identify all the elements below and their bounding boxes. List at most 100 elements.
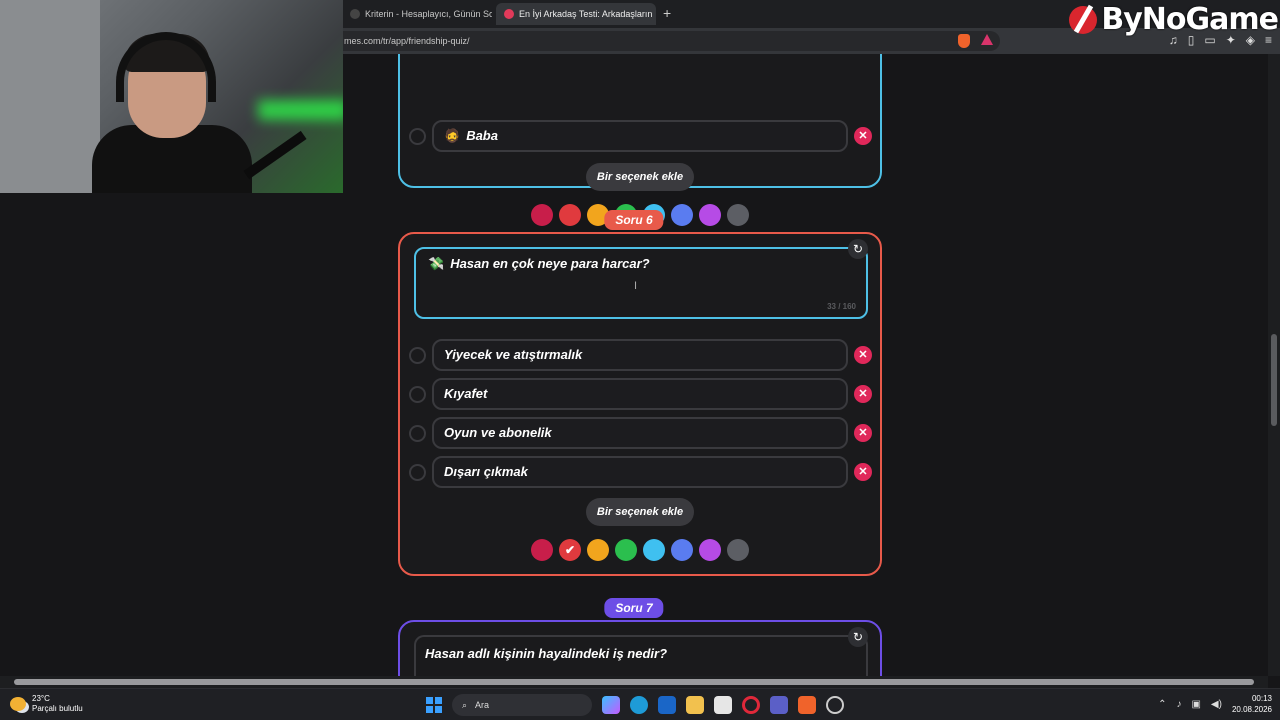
- webcam-light: [258, 100, 343, 120]
- color-picker: ✔: [531, 539, 749, 561]
- microphone-icon[interactable]: ♪: [1176, 699, 1181, 710]
- brave-icon[interactable]: [798, 696, 816, 714]
- question-emoji: 💸: [428, 256, 445, 271]
- question-label-6: Soru 6: [604, 210, 664, 230]
- clock[interactable]: 00:13 20.08.2026: [1232, 693, 1272, 715]
- question-card-5: 🧔Baba ✕ Bir seçenek ekle ✔: [398, 54, 882, 226]
- tab-label: En İyi Arkadaş Testi: Arkadaşların: [519, 9, 653, 19]
- option-radio[interactable]: [409, 464, 426, 481]
- taskbar-apps: ⌕ Ara: [426, 694, 844, 716]
- tab-label: Kriterin - Hesaplayıcı, Günün Sorusu: [365, 9, 492, 19]
- edge-icon[interactable]: [630, 696, 648, 714]
- chevron-up-icon[interactable]: ⌃: [1158, 699, 1166, 710]
- search-icon: ⌕: [462, 700, 468, 710]
- option-label: Baba: [466, 128, 498, 143]
- question-text: Hasan adlı kişinin hayalindeki iş nedir?: [425, 646, 668, 661]
- steam-icon[interactable]: [826, 696, 844, 714]
- new-tab-button[interactable]: +: [663, 5, 671, 21]
- outlook-icon[interactable]: [658, 696, 676, 714]
- option-input[interactable]: Dışarı çıkmak: [432, 456, 848, 488]
- option-input[interactable]: 🧔 Baba: [432, 120, 848, 152]
- delete-option-icon[interactable]: ✕: [854, 385, 872, 403]
- question-card-6: 💸 Hasan en çok neye para harcar? I 33 / 1…: [398, 232, 882, 576]
- option-row: Yiyecek ve atıştırmalık ✕: [408, 339, 876, 371]
- taskbar-search[interactable]: ⌕ Ara: [452, 694, 592, 716]
- question-text: 💸 Hasan en çok neye para harcar?: [428, 256, 650, 272]
- microphone-arm: [243, 130, 307, 180]
- char-counter: 33 / 160: [827, 302, 856, 311]
- color-swatch[interactable]: [671, 204, 693, 226]
- horizontal-scrollbar[interactable]: [0, 676, 1268, 688]
- tab-favicon-icon: [350, 9, 360, 19]
- color-swatch[interactable]: [727, 539, 749, 561]
- delete-option-icon[interactable]: ✕: [854, 127, 872, 145]
- option-input[interactable]: Kıyafet: [432, 378, 848, 410]
- question-text-field[interactable]: 💸 Hasan en çok neye para harcar? I 33 / 1…: [414, 239, 868, 319]
- tab-friendship-quiz[interactable]: En İyi Arkadaş Testi: Arkadaşların✕: [496, 3, 656, 25]
- opera-icon[interactable]: [742, 696, 760, 714]
- webcam-background: [0, 0, 100, 193]
- brave-rewards-icon[interactable]: [981, 34, 993, 45]
- teams-icon[interactable]: [770, 696, 788, 714]
- delete-option-icon[interactable]: ✕: [854, 463, 872, 481]
- system-tray: ⌃ ♪ ▣ ◀) 00:13 20.08.2026: [1158, 693, 1272, 715]
- refresh-icon[interactable]: ↻: [848, 627, 868, 647]
- close-tab-icon[interactable]: ✕: [652, 8, 656, 21]
- logo-mark-icon: [1069, 5, 1098, 34]
- taskbar: 23°C Parçalı bulutlu ⌕ Ara ⌃ ♪ ▣ ◀) 00:13…: [0, 688, 1280, 720]
- scrollbar-thumb[interactable]: [14, 679, 1254, 685]
- option-radio[interactable]: [409, 128, 426, 145]
- color-swatch[interactable]: [699, 204, 721, 226]
- screen: { "browser": { "tabs": [ {"label": "Krit…: [0, 0, 1280, 720]
- option-radio[interactable]: [409, 347, 426, 364]
- store-icon[interactable]: [714, 696, 732, 714]
- logo-text: ByNoGame: [1101, 2, 1279, 37]
- tab-kriterin[interactable]: Kriterin - Hesaplayıcı, Günün Sorusu: [342, 3, 492, 25]
- color-swatch[interactable]: [531, 539, 553, 561]
- color-swatch[interactable]: [559, 204, 581, 226]
- scrollbar-thumb[interactable]: [1271, 334, 1277, 426]
- weather-desc: Parçalı bulutlu: [32, 704, 83, 713]
- add-option-button[interactable]: Bir seçenek ekle: [586, 163, 694, 191]
- webcam-overlay: [0, 0, 343, 193]
- color-swatch[interactable]: [643, 539, 665, 561]
- color-swatch[interactable]: ✔: [559, 539, 581, 561]
- option-emoji: 🧔: [444, 128, 461, 143]
- option-row: Kıyafet ✕: [408, 378, 876, 410]
- delete-option-icon[interactable]: ✕: [854, 424, 872, 442]
- bynogame-logo: ByNoGame: [1069, 2, 1279, 37]
- weather-temp: 23°C: [32, 694, 50, 703]
- question-text-field[interactable]: Hasan adlı kişinin hayalindeki iş nedir?…: [414, 627, 868, 676]
- option-radio[interactable]: [409, 425, 426, 442]
- refresh-icon[interactable]: ↻: [848, 239, 868, 259]
- color-swatch[interactable]: [615, 539, 637, 561]
- option-row: Dışarı çıkmak ✕: [408, 456, 876, 488]
- tab-favicon-icon: [504, 9, 514, 19]
- add-option-button[interactable]: Bir seçenek ekle: [586, 498, 694, 526]
- volume-icon[interactable]: ◀): [1211, 699, 1222, 710]
- text-cursor-icon: I: [634, 280, 638, 292]
- time: 00:13: [1251, 694, 1272, 703]
- option-input[interactable]: Yiyecek ve atıştırmalık: [432, 339, 848, 371]
- color-swatch[interactable]: [671, 539, 693, 561]
- color-swatch[interactable]: [727, 204, 749, 226]
- color-swatch[interactable]: [587, 539, 609, 561]
- network-icon[interactable]: ▣: [1191, 699, 1200, 710]
- url-field[interactable]: mes.com/tr/app/friendship-quiz/: [330, 31, 1000, 51]
- option-radio[interactable]: [409, 386, 426, 403]
- weather-widget[interactable]: 23°C Parçalı bulutlu: [10, 694, 83, 714]
- vertical-scrollbar[interactable]: [1268, 54, 1280, 676]
- color-swatch[interactable]: [531, 204, 553, 226]
- partly-cloudy-icon: [10, 697, 26, 711]
- delete-option-icon[interactable]: ✕: [854, 346, 872, 364]
- brave-shield-icon[interactable]: [958, 34, 970, 48]
- search-label: Ara: [475, 700, 490, 710]
- file-explorer-icon[interactable]: [686, 696, 704, 714]
- color-swatch[interactable]: [699, 539, 721, 561]
- copilot-icon[interactable]: [602, 696, 620, 714]
- date: 20.08.2026: [1231, 705, 1272, 714]
- windows-start-icon[interactable]: [426, 697, 442, 713]
- option-input[interactable]: Oyun ve abonelik: [432, 417, 848, 449]
- option-row: 🧔 Baba ✕: [408, 120, 876, 152]
- question-text-value: Hasan en çok neye para harcar?: [450, 256, 650, 271]
